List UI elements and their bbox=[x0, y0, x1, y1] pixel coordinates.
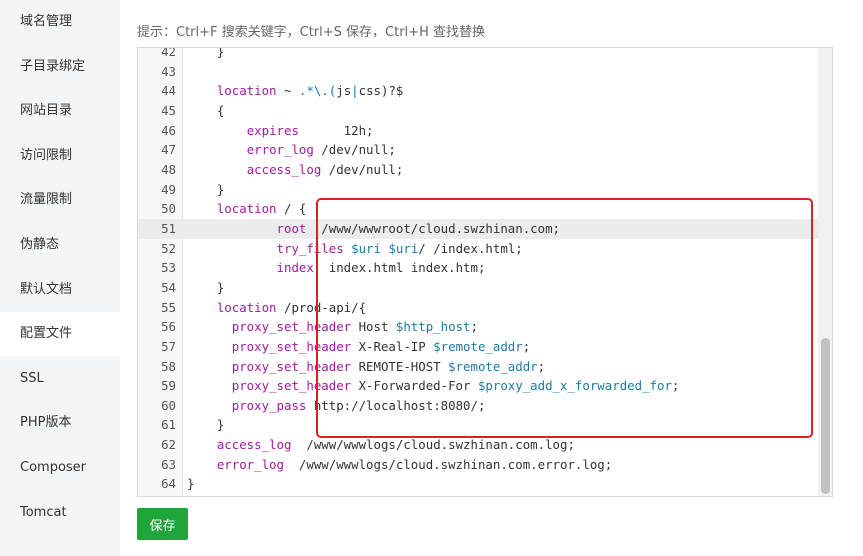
line-number: 50 bbox=[161, 201, 176, 217]
line-number: 56 bbox=[161, 319, 176, 335]
line-code: } bbox=[187, 279, 225, 295]
code-line[interactable]: 62 access_log /www/wwwlogs/cloud.swzhina… bbox=[138, 435, 832, 455]
main-panel: 提示：Ctrl+F 搜索关键字，Ctrl+S 保存，Ctrl+H 查找替换 42… bbox=[120, 0, 863, 556]
sidebar-item-access-limit[interactable]: 访问限制 bbox=[0, 134, 120, 179]
line-number: 58 bbox=[161, 358, 176, 374]
line-code: error_log /www/wwwlogs/cloud.swzhinan.co… bbox=[216, 456, 613, 472]
line-number: 59 bbox=[161, 378, 176, 394]
code-line[interactable]: 42 } bbox=[138, 47, 832, 62]
line-number: 52 bbox=[161, 240, 176, 256]
code-line[interactable]: 47 error_log /dev/null; bbox=[138, 140, 832, 160]
code-line[interactable]: 61 } bbox=[138, 415, 832, 435]
line-number: 51 bbox=[161, 220, 176, 236]
line-number: 49 bbox=[161, 181, 176, 197]
code-line[interactable]: 54 } bbox=[138, 278, 832, 298]
editor-scrollbar-thumb[interactable] bbox=[821, 338, 830, 494]
code-line[interactable]: 53 index index.html index.htm; bbox=[138, 258, 832, 278]
code-line[interactable]: 56 proxy_set_header Host $http_host; bbox=[138, 317, 832, 337]
line-code: proxy_set_header Host $http_host; bbox=[231, 319, 478, 335]
line-code: location ~ .*\.(js|css)?$ bbox=[216, 83, 404, 99]
line-code: proxy_set_header REMOTE-HOST $remote_add… bbox=[231, 358, 546, 374]
line-number: 44 bbox=[161, 83, 176, 99]
code-line[interactable]: 63 error_log /www/wwwlogs/cloud.swzhinan… bbox=[138, 455, 832, 475]
line-number: 57 bbox=[161, 338, 176, 354]
code-line[interactable]: 48 access_log /dev/null; bbox=[138, 160, 832, 180]
line-code: location / { bbox=[216, 201, 307, 217]
line-code: } bbox=[187, 417, 225, 433]
code-lines: 42 } 43 44 location ~ .*\.(js|css)?$ 45 {46… bbox=[138, 47, 832, 494]
code-line[interactable]: 43 bbox=[138, 62, 832, 82]
code-line[interactable]: 44 location ~ .*\.(js|css)?$ bbox=[138, 81, 832, 101]
save-button[interactable]: 保存 bbox=[137, 508, 188, 540]
sidebar-item-site-directory[interactable]: 网站目录 bbox=[0, 89, 120, 134]
code-line[interactable]: 46 expires 12h; bbox=[138, 121, 832, 141]
sidebar-item-ssl[interactable]: SSL bbox=[0, 357, 120, 402]
sidebar-item-composer[interactable]: Composer bbox=[0, 446, 120, 491]
line-number: 54 bbox=[161, 279, 176, 295]
sidebar-item-default-doc[interactable]: 默认文档 bbox=[0, 268, 120, 313]
line-number: 55 bbox=[161, 299, 176, 315]
line-number: 60 bbox=[161, 397, 176, 413]
code-line[interactable]: 64} bbox=[138, 474, 832, 494]
code-line[interactable]: 59 proxy_set_header X-Forwarded-For $pro… bbox=[138, 376, 832, 396]
editor-scrollbar[interactable] bbox=[818, 48, 832, 496]
code-editor[interactable]: 42 } 43 44 location ~ .*\.(js|css)?$ 45 {46… bbox=[137, 47, 833, 497]
sidebar-item-traffic-limit[interactable]: 流量限制 bbox=[0, 178, 120, 223]
line-code: { bbox=[187, 102, 225, 118]
line-number: 45 bbox=[161, 102, 176, 118]
line-code: index index.html index.htm; bbox=[276, 260, 486, 276]
sidebar-item-tomcat[interactable]: Tomcat bbox=[0, 491, 120, 536]
code-line[interactable]: 49 } bbox=[138, 180, 832, 200]
line-code: } bbox=[187, 181, 225, 197]
line-number: 63 bbox=[161, 456, 176, 472]
line-code: proxy_pass http://localhost:8080/; bbox=[231, 397, 486, 413]
sidebar: 域名管理 子目录绑定 网站目录 访问限制 流量限制 伪静态 默认文档 配置文件 … bbox=[0, 0, 120, 556]
sidebar-item-domain[interactable]: 域名管理 bbox=[0, 0, 120, 45]
code-line[interactable]: 60 proxy_pass http://localhost:8080/; bbox=[138, 396, 832, 416]
sidebar-item-rewrite[interactable]: 伪静态 bbox=[0, 223, 120, 268]
line-code: try_files $uri $uri/ /index.html; bbox=[276, 240, 523, 256]
line-number: 62 bbox=[161, 437, 176, 453]
line-number: 53 bbox=[161, 260, 176, 276]
line-code: access_log /www/wwwlogs/cloud.swzhinan.c… bbox=[216, 437, 575, 453]
line-number: 47 bbox=[161, 142, 176, 158]
shortcut-tip: 提示：Ctrl+F 搜索关键字，Ctrl+S 保存，Ctrl+H 查找替换 bbox=[137, 25, 485, 40]
line-number: 43 bbox=[161, 63, 176, 79]
code-line[interactable]: 58 proxy_set_header REMOTE-HOST $remote_… bbox=[138, 357, 832, 377]
line-code: } bbox=[187, 476, 195, 492]
code-line[interactable]: 52 try_files $uri $uri/ /index.html; bbox=[138, 239, 832, 259]
sidebar-item-php-version[interactable]: PHP版本 bbox=[0, 401, 120, 446]
line-code: error_log /dev/null; bbox=[246, 142, 396, 158]
line-code: root /www/wwwroot/cloud.swzhinan.com; bbox=[276, 220, 561, 236]
line-number: 42 bbox=[161, 47, 176, 59]
code-line[interactable]: 57 proxy_set_header X-Real-IP $remote_ad… bbox=[138, 337, 832, 357]
line-code: } bbox=[187, 47, 225, 59]
line-number: 46 bbox=[161, 122, 176, 138]
line-code: location /prod-api/{ bbox=[216, 299, 367, 315]
code-line[interactable]: 45 { bbox=[138, 101, 832, 121]
code-line[interactable]: 51 root /www/wwwroot/cloud.swzhinan.com; bbox=[138, 218, 832, 239]
line-number: 48 bbox=[161, 161, 176, 177]
line-number: 61 bbox=[161, 417, 176, 433]
line-number: 64 bbox=[161, 476, 176, 492]
sidebar-item-config-file[interactable]: 配置文件 bbox=[0, 312, 120, 357]
sidebar-item-subdir-binding[interactable]: 子目录绑定 bbox=[0, 45, 120, 90]
line-code: expires 12h; bbox=[246, 122, 374, 138]
line-code: proxy_set_header X-Forwarded-For $proxy_… bbox=[231, 378, 680, 394]
code-line[interactable]: 50 location / { bbox=[138, 199, 832, 219]
line-code: access_log /dev/null; bbox=[246, 161, 404, 177]
line-code: proxy_set_header X-Real-IP $remote_addr; bbox=[231, 338, 531, 354]
code-line[interactable]: 55 location /prod-api/{ bbox=[138, 298, 832, 318]
